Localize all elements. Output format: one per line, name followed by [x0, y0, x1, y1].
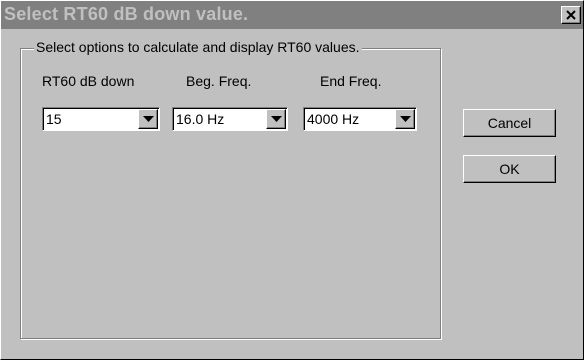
window-title: Select RT60 dB down value.: [4, 4, 249, 24]
beg-freq-dropdown-button[interactable]: [266, 109, 286, 129]
db-down-value: 15: [46, 111, 62, 127]
dialog-window: Select RT60 dB down value. Select option…: [0, 0, 584, 360]
beg-freq-label: Beg. Freq.: [186, 73, 252, 89]
end-freq-dropdown-button[interactable]: [395, 109, 415, 129]
chevron-down-icon: [143, 116, 154, 122]
ok-button[interactable]: OK: [463, 155, 556, 183]
close-button[interactable]: [561, 6, 581, 24]
options-group-box: [20, 48, 441, 339]
chevron-down-icon: [400, 116, 411, 122]
close-icon: [566, 10, 576, 20]
group-box-legend: Select options to calculate and display …: [34, 39, 362, 55]
db-down-select[interactable]: 15: [42, 107, 160, 131]
end-freq-label: End Freq.: [320, 73, 382, 89]
db-down-label: RT60 dB down: [42, 73, 135, 89]
beg-freq-value: 16.0 Hz: [176, 111, 225, 127]
db-down-dropdown-button[interactable]: [138, 109, 158, 129]
end-freq-select[interactable]: 4000 Hz: [303, 107, 417, 131]
cancel-button[interactable]: Cancel: [463, 109, 556, 137]
title-bar[interactable]: Select RT60 dB down value.: [1, 1, 583, 29]
end-freq-value: 4000 Hz: [307, 111, 360, 127]
beg-freq-select[interactable]: 16.0 Hz: [172, 107, 288, 131]
chevron-down-icon: [271, 116, 282, 122]
